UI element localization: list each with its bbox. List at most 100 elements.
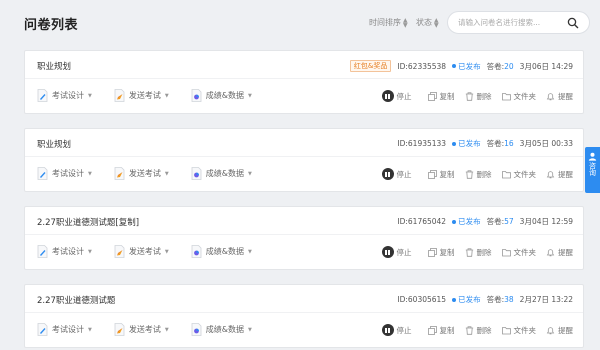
stop-button[interactable]: 停止 <box>381 168 412 180</box>
delete-button[interactable]: 删除 <box>465 169 492 180</box>
delete-label: 删除 <box>476 247 492 257</box>
results-dropdown[interactable]: 成绩&数据 ▼ <box>191 245 252 258</box>
design-dropdown[interactable]: 考试设计 ▼ <box>37 323 92 336</box>
delete-button[interactable]: 删除 <box>465 325 492 336</box>
folder-label: 文件夹 <box>513 91 537 101</box>
answer-count: 答卷:20 <box>487 61 514 72</box>
card-divider <box>25 78 583 79</box>
survey-title[interactable]: 职业规划 <box>37 60 71 72</box>
results-icon <box>191 89 202 102</box>
results-dropdown[interactable]: 成绩&数据 ▼ <box>191 89 252 102</box>
design-label: 考试设计 <box>52 247 84 256</box>
remind-button[interactable]: 提醒 <box>546 169 573 180</box>
search-input[interactable] <box>458 18 568 27</box>
stop-button[interactable]: 停止 <box>381 324 412 336</box>
results-label: 成绩&数据 <box>205 325 244 334</box>
answer-count-value[interactable]: 16 <box>504 139 514 148</box>
design-label: 考试设计 <box>52 325 84 334</box>
survey-actions: 停止 复制 删除 文件夹 提醒 <box>381 168 573 180</box>
answer-count-value[interactable]: 20 <box>504 62 514 71</box>
results-dropdown[interactable]: 成绩&数据 ▼ <box>191 323 252 336</box>
status-label: 已发布 <box>458 295 481 304</box>
remind-label: 提醒 <box>558 247 573 257</box>
survey-tools: 考试设计 ▼ 发送考试 ▼ 成绩&数据 ▼ <box>37 167 252 180</box>
design-dropdown[interactable]: 考试设计 ▼ <box>37 167 92 180</box>
filter-by-status[interactable]: 状态 ▲ ▼ <box>416 17 439 28</box>
caret-down-icon: ▼ <box>247 248 252 255</box>
results-icon <box>191 323 202 336</box>
caret-down-icon: ▼ <box>164 248 169 255</box>
search-icon[interactable] <box>567 17 579 29</box>
survey-meta: 红包&奖品 ID:62335538 已发布 答卷:20 3月06日 14:29 <box>349 60 573 72</box>
caret-down-icon: ▼ <box>164 326 169 333</box>
status-dot-icon <box>452 141 457 146</box>
status-dot-icon <box>452 219 457 224</box>
search-box <box>447 11 590 34</box>
survey-title[interactable]: 职业规划 <box>37 138 71 150</box>
copy-button[interactable]: 复制 <box>427 325 455 336</box>
copy-label: 复制 <box>439 91 455 101</box>
copy-icon <box>427 91 437 101</box>
send-dropdown[interactable]: 发送考试 ▼ <box>114 323 169 336</box>
folder-button[interactable]: 文件夹 <box>501 325 536 336</box>
remind-button[interactable]: 提醒 <box>546 91 573 102</box>
status-label: 已发布 <box>458 61 481 71</box>
answer-count-label: 答卷: <box>486 61 505 71</box>
trash-icon <box>465 91 473 101</box>
caret-down-icon: ▼ <box>247 170 252 177</box>
remind-button[interactable]: 提醒 <box>546 325 573 336</box>
sort-by-time[interactable]: 时间排序 ▲ ▼ <box>369 17 408 28</box>
caret-down-icon: ▼ <box>164 170 169 177</box>
design-icon <box>37 167 48 180</box>
survey-actions: 停止 复制 删除 文件夹 提醒 <box>381 324 573 336</box>
pause-icon <box>381 324 394 336</box>
survey-date: 2月27日 13:22 <box>519 295 573 304</box>
results-label: 成绩&数据 <box>205 91 244 100</box>
delete-button[interactable]: 删除 <box>465 91 492 102</box>
copy-label: 复制 <box>439 169 455 179</box>
trash-icon <box>465 169 473 179</box>
send-dropdown[interactable]: 发送考试 ▼ <box>114 89 169 102</box>
remind-button[interactable]: 提醒 <box>546 247 573 258</box>
status-badge: 已发布 <box>452 216 481 227</box>
send-dropdown[interactable]: 发送考试 ▼ <box>114 245 169 258</box>
copy-button[interactable]: 复制 <box>427 91 455 102</box>
folder-button[interactable]: 文件夹 <box>501 91 537 102</box>
results-icon <box>191 245 202 258</box>
copy-icon <box>427 247 437 257</box>
send-icon <box>114 167 125 180</box>
copy-button[interactable]: 复制 <box>427 247 455 258</box>
survey-card: 2.27职业道德测试题 ID:60305615 已发布 答卷:38 2月27日 13:2… <box>24 284 584 348</box>
page-header: 问卷列表 时间排序 ▲ ▼ 状态 ▲ ▼ <box>0 0 600 46</box>
bell-icon <box>546 326 555 334</box>
copy-icon <box>427 169 437 179</box>
answer-count-value[interactable]: 57 <box>504 217 514 226</box>
caret-down-icon: ▼ <box>88 326 92 333</box>
send-label: 发送考试 <box>128 169 161 178</box>
folder-button[interactable]: 文件夹 <box>501 247 536 258</box>
send-dropdown[interactable]: 发送考试 ▼ <box>114 167 169 180</box>
send-label: 发送考试 <box>128 91 161 100</box>
results-label: 成绩&数据 <box>205 169 244 178</box>
survey-id: ID:61935133 <box>397 139 447 148</box>
survey-date: 3月05日 00:33 <box>519 139 573 148</box>
design-dropdown[interactable]: 考试设计 ▼ <box>37 89 92 102</box>
survey-meta: ID:60305615 已发布 答卷:38 2月27日 13:22 <box>397 294 573 305</box>
delete-button[interactable]: 删除 <box>465 247 492 258</box>
survey-title[interactable]: 2.27职业道德测试题[复制] <box>37 216 139 228</box>
survey-title[interactable]: 2.27职业道德测试题 <box>37 294 115 306</box>
design-icon <box>37 323 48 336</box>
results-dropdown[interactable]: 成绩&数据 ▼ <box>191 167 252 180</box>
stop-button[interactable]: 停止 <box>381 246 412 258</box>
design-label: 考试设计 <box>52 169 84 178</box>
design-dropdown[interactable]: 考试设计 ▼ <box>37 245 92 258</box>
remind-label: 提醒 <box>558 325 573 335</box>
stop-button[interactable]: 停止 <box>381 90 412 102</box>
copy-label: 复制 <box>439 325 455 335</box>
answer-count-value[interactable]: 38 <box>504 295 514 304</box>
bell-icon <box>546 92 555 100</box>
filter-by-status-label: 状态 <box>416 18 432 27</box>
copy-button[interactable]: 复制 <box>427 169 455 180</box>
consult-side-tab[interactable]: 咨询 <box>585 147 600 193</box>
folder-button[interactable]: 文件夹 <box>501 169 536 180</box>
